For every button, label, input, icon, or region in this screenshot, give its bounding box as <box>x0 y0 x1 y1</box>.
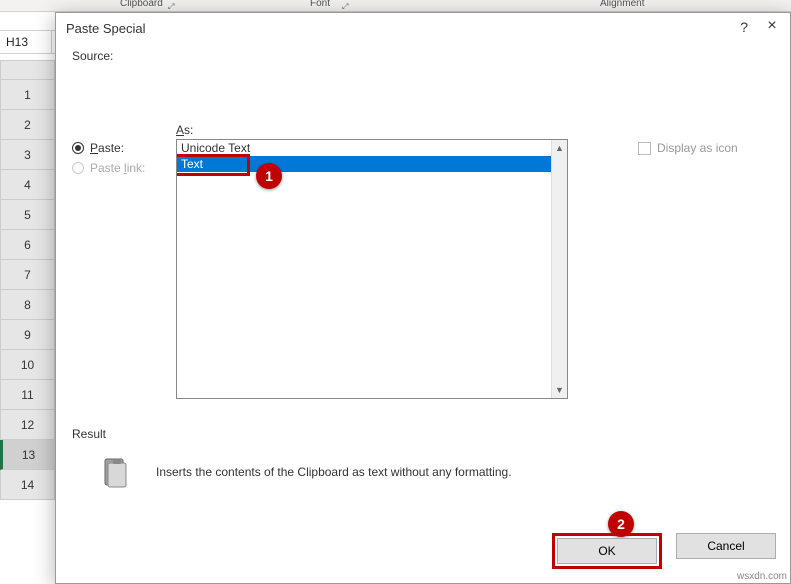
expand-icon[interactable]: ⤢ <box>168 2 174 12</box>
paste-special-dialog: Paste Special ? × Source: Paste: Paste l… <box>55 12 791 584</box>
scrollbar[interactable]: ▲ ▼ <box>551 140 567 398</box>
dialog-titlebar[interactable]: Paste Special ? × <box>56 13 790 43</box>
ok-button[interactable]: OK <box>557 538 657 564</box>
row-header[interactable]: 9 <box>0 320 55 350</box>
ribbon-groups: Clipboard Font Alignment ⤢ ⤢ <box>0 0 791 12</box>
display-as-icon-label: Display as icon <box>657 141 738 155</box>
result-label: Result <box>72 427 774 441</box>
row-headers: 1 2 3 4 5 6 7 8 9 10 11 12 13 14 <box>0 60 55 584</box>
annotation-callout-1: 1 <box>256 163 282 189</box>
watermark: wsxdn.com <box>737 571 787 582</box>
result-description: Inserts the contents of the Clipboard as… <box>156 465 512 479</box>
as-listbox[interactable]: Unicode Text Text ▲ ▼ <box>176 139 568 399</box>
help-button[interactable]: ? <box>740 19 748 35</box>
as-label: As: <box>176 123 614 137</box>
cancel-button[interactable]: Cancel <box>676 533 776 559</box>
source-label: Source: <box>72 49 774 63</box>
checkbox-icon <box>638 142 651 155</box>
row-header[interactable]: 8 <box>0 290 55 320</box>
name-box[interactable]: H13 <box>0 31 52 53</box>
row-header[interactable]: 7 <box>0 260 55 290</box>
row-header[interactable]: 1 <box>0 80 55 110</box>
ribbon-group-clipboard: Clipboard <box>120 0 163 9</box>
row-header[interactable]: 5 <box>0 200 55 230</box>
dialog-title: Paste Special <box>66 21 146 36</box>
row-header[interactable]: 14 <box>0 470 55 500</box>
scroll-up-icon[interactable]: ▲ <box>552 140 567 156</box>
scroll-down-icon[interactable]: ▼ <box>552 382 567 398</box>
paste-link-radio-label: Paste link: <box>90 161 145 175</box>
radio-icon <box>72 142 84 154</box>
row-header[interactable]: 4 <box>0 170 55 200</box>
radio-icon <box>72 162 84 174</box>
paste-radio[interactable]: Paste: <box>72 141 176 155</box>
list-item[interactable]: Text <box>177 156 567 172</box>
row-header[interactable]: 13 <box>0 440 55 470</box>
list-item[interactable]: Unicode Text <box>177 140 567 156</box>
row-header[interactable]: 12 <box>0 410 55 440</box>
ribbon-group-font: Font <box>310 0 330 9</box>
ribbon-group-alignment: Alignment <box>600 0 644 9</box>
paste-radio-label: Paste: <box>90 141 124 155</box>
clipboard-icon <box>102 455 130 489</box>
select-all-corner[interactable] <box>0 60 55 80</box>
row-header[interactable]: 2 <box>0 110 55 140</box>
row-header[interactable]: 11 <box>0 380 55 410</box>
close-button[interactable]: × <box>762 17 782 35</box>
row-header[interactable]: 3 <box>0 140 55 170</box>
expand-icon[interactable]: ⤢ <box>342 2 348 12</box>
annotation-highlight: OK <box>552 533 662 569</box>
display-as-icon-checkbox: Display as icon <box>638 141 774 155</box>
dialog-buttons: OK Cancel <box>538 525 790 577</box>
paste-link-radio: Paste link: <box>72 161 176 175</box>
row-header[interactable]: 10 <box>0 350 55 380</box>
row-header[interactable]: 6 <box>0 230 55 260</box>
